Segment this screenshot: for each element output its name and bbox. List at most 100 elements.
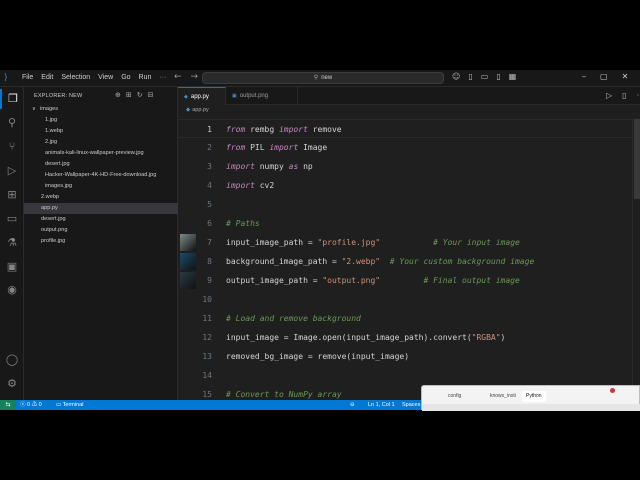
tab-output-png[interactable]: ▣ output.png bbox=[226, 87, 298, 105]
python-file-icon: ◆ bbox=[186, 107, 191, 113]
line-number: 4 bbox=[207, 181, 212, 190]
code-text: # Paths bbox=[226, 219, 260, 228]
tree-folder[interactable]: ∨ images bbox=[24, 104, 178, 115]
menu-selection[interactable]: Selection bbox=[61, 74, 90, 81]
tree-file[interactable]: animals-kali-linux-wallpaper-preview.jpg bbox=[24, 148, 178, 159]
refresh-icon[interactable]: ↻ bbox=[137, 91, 143, 99]
extensions-icon[interactable]: ⊞ bbox=[0, 185, 24, 205]
code-editor[interactable]: 1 from rembg import remove 2 from PIL impor… bbox=[178, 119, 632, 400]
new-folder-icon[interactable]: ⊞ bbox=[126, 91, 132, 99]
tree-file[interactable]: profile.jpg bbox=[24, 236, 178, 247]
code-line[interactable]: 10 bbox=[178, 290, 632, 309]
indentation[interactable]: Spaces bbox=[402, 400, 420, 410]
code-line[interactable]: 4 import cv2 bbox=[178, 176, 632, 195]
tree-file[interactable]: output.png bbox=[24, 225, 178, 236]
scrollbar-thumb[interactable] bbox=[634, 119, 640, 199]
tab-label: app.py bbox=[190, 94, 209, 100]
maximize-icon[interactable]: ▢ bbox=[600, 72, 608, 81]
tree-file[interactable]: desert.jpg bbox=[24, 214, 178, 225]
minimize-icon[interactable]: – bbox=[582, 72, 586, 81]
run-python-icon[interactable]: ▷ bbox=[606, 91, 612, 100]
line-number: 13 bbox=[202, 352, 212, 361]
menu-go[interactable]: Go bbox=[121, 74, 130, 81]
back-arrow-icon[interactable]: ← bbox=[174, 72, 182, 82]
toggle-secondary-sidebar-icon[interactable]: ▯ bbox=[496, 72, 500, 81]
split-editor-icon[interactable]: ▯ bbox=[622, 91, 626, 100]
code-line[interactable]: 13 removed_bg_image = remove(input_image) bbox=[178, 347, 632, 366]
remote-explorer-icon[interactable]: ▭ bbox=[0, 209, 24, 229]
code-line[interactable]: 9 output_image_path = "output.png" # Fina… bbox=[178, 271, 632, 290]
zoom-icon[interactable]: ⊖ bbox=[350, 400, 355, 410]
line-number: 1 bbox=[207, 125, 212, 134]
overlay-tab-python[interactable]: Python bbox=[522, 391, 546, 402]
tree-file[interactable]: 1.jpg bbox=[24, 115, 178, 126]
remote-indicator-icon[interactable]: ⇆ bbox=[0, 400, 16, 410]
account-icon[interactable]: ◯ bbox=[0, 350, 24, 370]
problems-indicator[interactable]: ⓧ 0 ⚠ 0 bbox=[20, 400, 42, 410]
code-line[interactable]: 14 bbox=[178, 366, 632, 385]
tree-item-label: 2.webp bbox=[41, 194, 60, 200]
cursor-position[interactable]: Ln 1, Col 1 bbox=[368, 400, 395, 410]
tree-file[interactable]: 1.webp bbox=[24, 126, 178, 137]
breadcrumb[interactable]: ◆ app.py bbox=[186, 107, 209, 113]
run-debug-icon[interactable]: ▷ bbox=[0, 161, 24, 181]
customize-layout-icon[interactable]: ▦ bbox=[509, 72, 517, 81]
tree-file[interactable]: images.jpg bbox=[24, 181, 178, 192]
tree-item-label: 1.webp bbox=[45, 128, 64, 134]
close-window-icon[interactable]: ✕ bbox=[622, 72, 629, 81]
floating-window-preview: config knows_insti Python bbox=[421, 385, 640, 411]
explorer-icon[interactable]: ❐ bbox=[0, 89, 24, 109]
code-line[interactable]: 5 bbox=[178, 195, 632, 214]
overlay-tab-knows[interactable]: knows_insti bbox=[490, 391, 516, 402]
tab-app-py[interactable]: ◆ app.py bbox=[178, 87, 226, 105]
code-line[interactable]: 11 # Load and remove background bbox=[178, 309, 632, 328]
code-line[interactable]: 7 input_image_path = "profile.jpg" # Your… bbox=[178, 233, 632, 252]
notification-dot-icon bbox=[610, 388, 615, 393]
code-line[interactable]: 2 from PIL import Image bbox=[178, 138, 632, 157]
overlay-tab-config[interactable]: config bbox=[448, 391, 461, 402]
search-view-icon[interactable]: ⚲ bbox=[0, 113, 24, 133]
menu-view[interactable]: View bbox=[98, 74, 113, 81]
toggle-sidebar-icon[interactable]: ▯ bbox=[468, 72, 472, 81]
line-number: 12 bbox=[202, 333, 212, 342]
terminal-label: Terminal bbox=[62, 402, 84, 408]
new-file-icon[interactable]: ⊕ bbox=[115, 91, 121, 99]
terminal-button[interactable]: ▭ Terminal bbox=[56, 400, 83, 410]
accounts-extension-icon[interactable]: ▣ bbox=[0, 257, 24, 277]
tree-file[interactable]: desert.jpg bbox=[24, 159, 178, 170]
tree-file[interactable]: 2.webp bbox=[24, 192, 178, 203]
tree-file[interactable]: 2.jpg bbox=[24, 137, 178, 148]
code-line[interactable]: 6 # Paths bbox=[178, 214, 632, 233]
code-text: from rembg import remove bbox=[226, 125, 342, 134]
forward-arrow-icon[interactable]: → bbox=[191, 72, 199, 82]
code-text: import cv2 bbox=[226, 181, 275, 190]
editor-tabs: ◆app.py ▣output.png ▷ ▯ ··· bbox=[178, 87, 640, 105]
tree-item-label: Hacker-Wallpaper-4K-HD-Free-download.jpg bbox=[45, 172, 157, 178]
chevron-down-icon[interactable]: ∨ bbox=[32, 104, 36, 115]
source-control-icon[interactable]: ⑂ bbox=[0, 137, 24, 157]
search-text: new bbox=[321, 75, 333, 81]
settings-gear-icon[interactable]: ⚙ bbox=[0, 374, 24, 394]
collapse-all-icon[interactable]: ⊟ bbox=[148, 91, 154, 99]
more-menu-icon[interactable]: ··· bbox=[159, 74, 166, 81]
line-number: 14 bbox=[202, 371, 212, 380]
menu-run[interactable]: Run bbox=[139, 74, 152, 81]
code-line[interactable]: 8 background_image_path = "2.webp" # Your… bbox=[178, 252, 632, 271]
more-actions-icon[interactable]: ··· bbox=[637, 91, 640, 100]
error-count: 0 bbox=[27, 402, 31, 408]
code-line[interactable]: 3 import numpy as np bbox=[178, 157, 632, 176]
testing-icon[interactable]: ⚗ bbox=[0, 233, 24, 253]
code-line[interactable]: 1 from rembg import remove bbox=[178, 119, 632, 138]
tree-file[interactable]: Hacker-Wallpaper-4K-HD-Free-download.jpg bbox=[24, 170, 178, 181]
code-line[interactable]: 12 input_image = Image.open(input_image_p… bbox=[178, 328, 632, 347]
tree-file[interactable]: app.py bbox=[24, 203, 178, 214]
toggle-panel-icon[interactable]: ▭ bbox=[481, 72, 489, 81]
menu-edit[interactable]: Edit bbox=[41, 74, 53, 81]
command-center-search[interactable]: ⚲ new bbox=[202, 72, 444, 84]
menu-file[interactable]: File bbox=[22, 74, 33, 81]
search-icon: ⚲ bbox=[313, 75, 319, 81]
editor-scrollbar[interactable] bbox=[632, 119, 640, 400]
code-text: from PIL import Image bbox=[226, 143, 328, 152]
copilot-icon[interactable]: ☺ bbox=[452, 72, 460, 81]
copilot-chat-icon[interactable]: ◉ bbox=[0, 280, 24, 300]
